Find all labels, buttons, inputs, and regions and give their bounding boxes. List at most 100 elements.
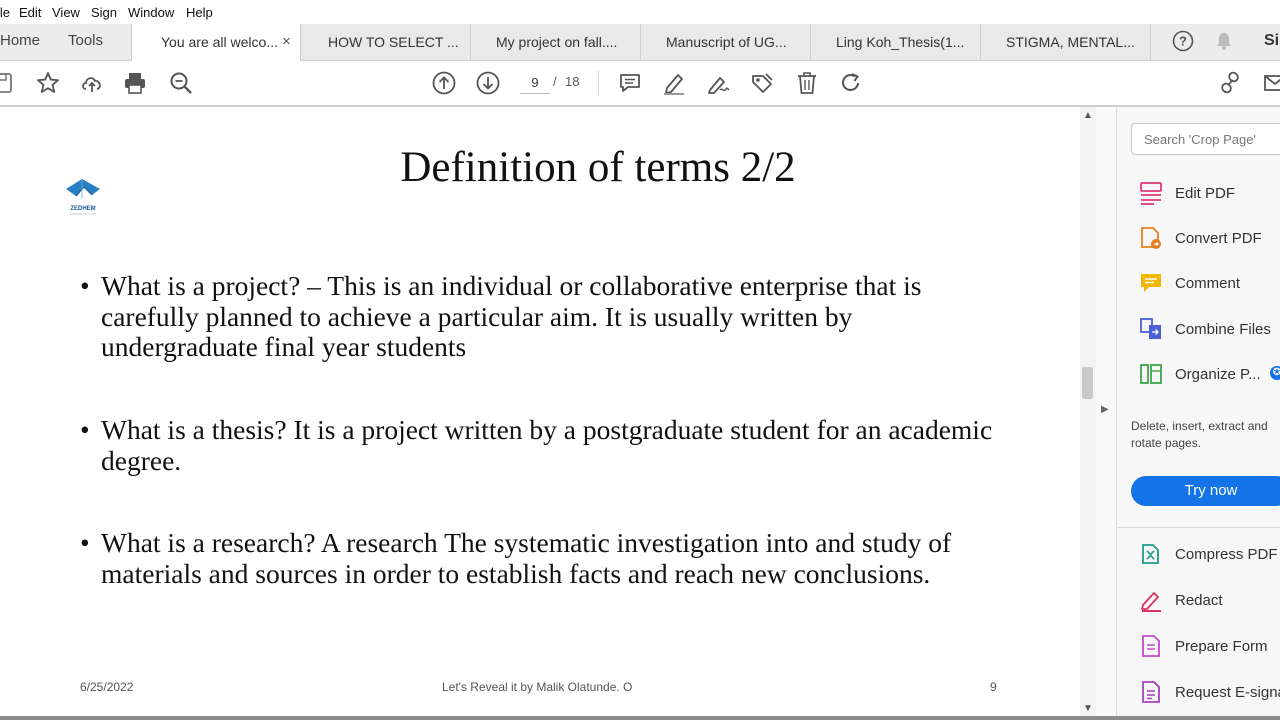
bullet-text: What is a project? – This is an individu… <box>101 270 922 362</box>
bullet-text: What is a research? A research The syste… <box>101 527 952 589</box>
vertical-scrollbar[interactable]: ▲ ▼ <box>1080 107 1096 720</box>
menu-file[interactable]: ile <box>0 5 10 20</box>
star-badge-icon: ✪ <box>1270 366 1280 380</box>
tool-label: Edit PDF <box>1175 185 1236 202</box>
tool-organize-pages[interactable]: Organize P... ✪ <box>1139 361 1280 389</box>
menu-view[interactable]: View <box>52 5 80 20</box>
logo-text: ZEDHEM <box>70 206 95 212</box>
doc-tab-label: HOW TO SELECT ... <box>328 34 459 50</box>
footer-date: 6/25/2022 <box>80 680 134 694</box>
tool-label: Combine Files <box>1175 321 1271 338</box>
doc-tab[interactable]: Manuscript of UG... <box>641 24 811 60</box>
page-total: 18 <box>565 74 580 89</box>
comment-icon <box>1139 271 1163 295</box>
scroll-down-icon[interactable]: ▼ <box>1083 703 1093 714</box>
prepare-form-icon <box>1139 634 1163 658</box>
zoom-search-icon[interactable] <box>168 70 194 96</box>
bullet-marker: • <box>80 414 90 445</box>
menu-bar: ile Edit View Sign Window Help <box>0 0 1280 24</box>
bell-icon[interactable] <box>1213 30 1235 52</box>
toolbar-divider <box>598 71 599 95</box>
doc-tab[interactable]: My project on fall.... <box>471 24 641 60</box>
bullet-text: What is a thesis? It is a project writte… <box>101 414 993 476</box>
menu-help[interactable]: Help <box>186 5 213 20</box>
help-icon[interactable]: ? <box>1172 30 1194 52</box>
doc-tab[interactable]: STIGMA, MENTAL... <box>981 24 1151 60</box>
bullet-marker: • <box>80 270 90 301</box>
tool-label: Organize P... <box>1175 366 1261 383</box>
save-icon[interactable] <box>0 70 16 96</box>
share-link-icon[interactable] <box>1217 70 1243 96</box>
tool-edit-pdf[interactable]: Edit PDF <box>1139 180 1280 208</box>
right-tools-panel: Search 'Crop Page' Edit PDF Convert PDF … <box>1117 107 1280 720</box>
tool-label: Convert PDF <box>1175 230 1262 247</box>
document-page: Definition of terms 2/2 ZEDHEM • What is… <box>0 107 1080 716</box>
bullet-thesis-definition: • What is a thesis? It is a project writ… <box>80 414 1010 477</box>
slide-title: Definition of terms 2/2 <box>400 144 796 191</box>
redact-icon <box>1139 588 1163 612</box>
tool-label: Request E-signa <box>1175 684 1280 701</box>
highlight-pen-icon[interactable] <box>661 70 687 96</box>
organize-pages-icon <box>1139 362 1163 386</box>
tool-redact[interactable]: Redact <box>1139 587 1280 615</box>
doc-tab-label: Ling Koh_Thesis(1... <box>836 34 965 50</box>
zedhem-logo: ZEDHEM <box>62 177 104 217</box>
doc-tab-label: My project on fall.... <box>496 34 618 50</box>
chevron-right-icon[interactable]: ▶ <box>1101 404 1109 415</box>
request-esign-icon <box>1139 680 1163 704</box>
page-separator: / <box>553 74 557 89</box>
window-bottom-edge <box>0 716 1280 720</box>
email-icon[interactable] <box>1262 70 1280 96</box>
doc-tab[interactable]: HOW TO SELECT ... <box>301 24 471 60</box>
tool-combine-files[interactable]: Combine Files <box>1139 316 1280 344</box>
tool-label: Compress PDF <box>1175 546 1278 563</box>
tool-label: Redact <box>1175 592 1223 609</box>
bullet-research-definition: • What is a research? A research The sys… <box>80 527 1010 622</box>
previous-page-icon[interactable] <box>431 70 457 96</box>
try-now-button[interactable]: Try now <box>1131 476 1280 506</box>
panel-divider <box>1117 527 1280 528</box>
footer-author: Let's Reveal it by Malik Olatunde. O <box>442 680 633 694</box>
scroll-up-icon[interactable]: ▲ <box>1083 110 1093 121</box>
compress-pdf-icon <box>1139 542 1163 566</box>
tool-label: Prepare Form <box>1175 638 1268 655</box>
delete-trash-icon[interactable] <box>794 70 820 96</box>
print-icon[interactable] <box>122 70 148 96</box>
bullet-project-definition: • What is a project? – This is an indivi… <box>80 270 1010 365</box>
menu-window[interactable]: Window <box>128 5 174 20</box>
tab-bar: Home Tools You are all welco... × HOW TO… <box>0 24 1280 61</box>
bookmark-star-icon[interactable] <box>35 70 61 96</box>
upload-cloud-icon[interactable] <box>79 70 105 96</box>
close-tab-icon[interactable]: × <box>282 24 291 60</box>
sign-in-text[interactable]: Si <box>1264 32 1279 50</box>
edit-pdf-icon <box>1139 181 1163 205</box>
tool-search-input[interactable]: Search 'Crop Page' <box>1131 123 1280 155</box>
panel-collapse-handle[interactable]: ▶ <box>1096 107 1117 720</box>
combine-files-icon <box>1139 317 1163 341</box>
sign-pen-icon[interactable] <box>705 70 731 96</box>
tool-request-esign[interactable]: Request E-signa <box>1139 679 1280 707</box>
svg-text:?: ? <box>1179 34 1187 49</box>
tool-convert-pdf[interactable]: Convert PDF <box>1139 225 1280 253</box>
scroll-thumb[interactable] <box>1082 367 1093 399</box>
comment-icon[interactable] <box>617 70 643 96</box>
tools-tab[interactable]: Tools <box>68 32 103 49</box>
doc-tab-active[interactable]: You are all welco... × <box>131 24 301 61</box>
doc-tab-label: Manuscript of UG... <box>666 34 787 50</box>
redo-icon[interactable] <box>838 70 864 96</box>
toolbar: 9 / 18 <box>0 61 1280 107</box>
bullet-marker: • <box>80 527 90 558</box>
stamp-tag-icon[interactable] <box>749 70 775 96</box>
tool-description: Delete, insert, extract and rotate pages… <box>1131 419 1268 450</box>
tool-prepare-form[interactable]: Prepare Form <box>1139 633 1280 661</box>
next-page-icon[interactable] <box>475 70 501 96</box>
doc-tab-label: STIGMA, MENTAL... <box>1006 34 1135 50</box>
menu-edit[interactable]: Edit <box>19 5 41 20</box>
menu-sign[interactable]: Sign <box>91 5 117 20</box>
tool-compress-pdf[interactable]: Compress PDF <box>1139 541 1280 569</box>
doc-tab[interactable]: Ling Koh_Thesis(1... <box>811 24 981 60</box>
tool-comment[interactable]: Comment <box>1139 270 1280 298</box>
page-number-input[interactable]: 9 <box>520 73 550 94</box>
doc-tab-label: You are all welco... <box>161 34 278 50</box>
home-tab[interactable]: Home <box>0 32 40 49</box>
